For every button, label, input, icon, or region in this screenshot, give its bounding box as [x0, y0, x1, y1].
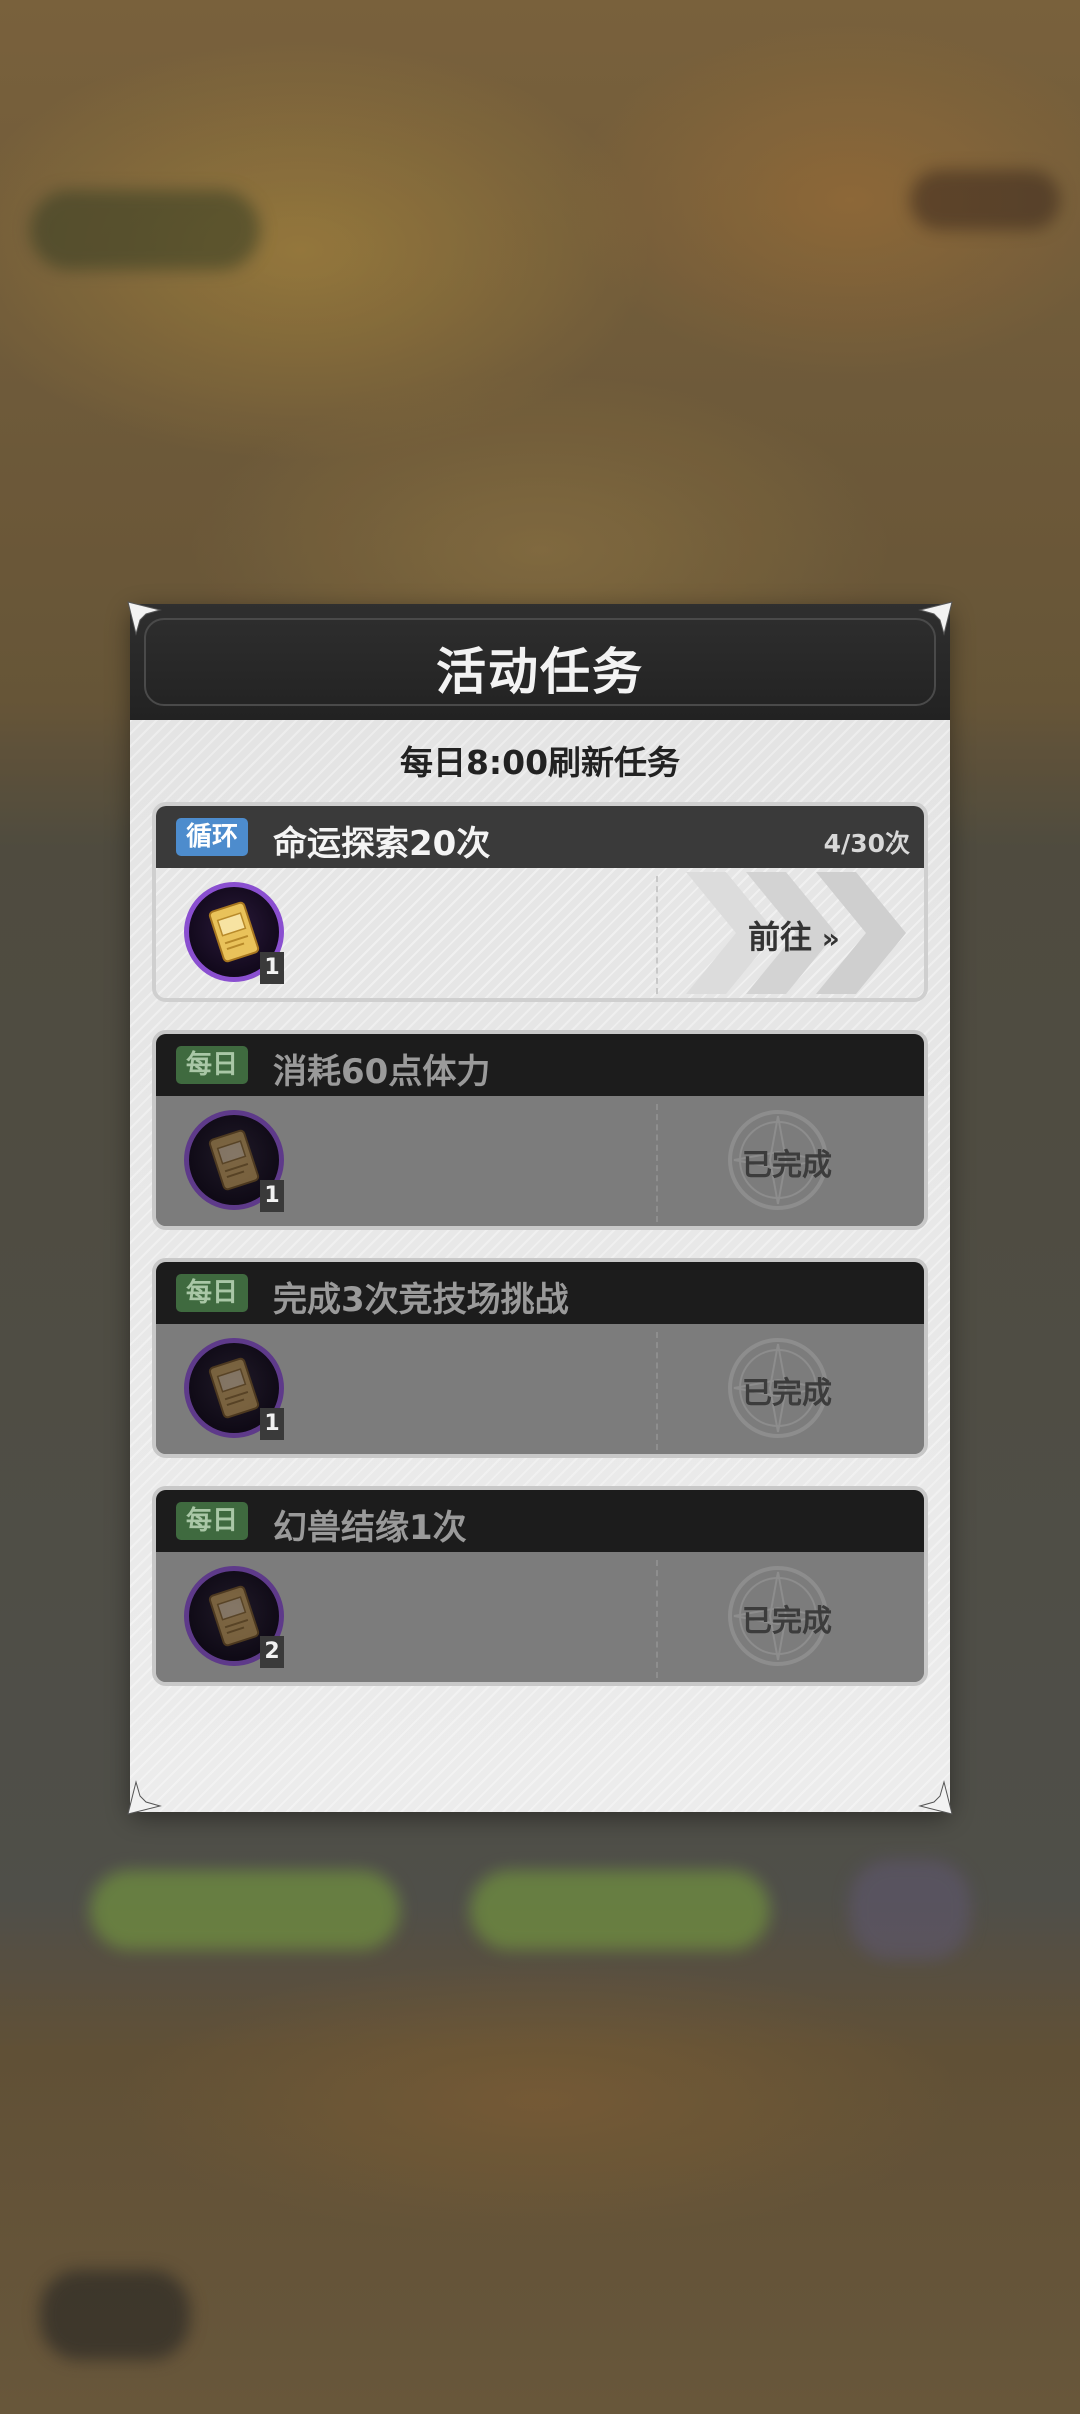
- task-type-tag: 每日: [176, 1502, 249, 1540]
- reward-count: 1: [260, 1180, 284, 1212]
- task-type-tag: 每日: [176, 1046, 249, 1084]
- corner-ornament-icon: [918, 600, 954, 636]
- completed-label: 已完成: [742, 1376, 832, 1411]
- reward-item[interactable]: 1: [184, 882, 284, 984]
- dashed-divider: [656, 876, 658, 994]
- corner-ornament-icon: [126, 600, 162, 636]
- reward-item[interactable]: 1: [184, 1110, 284, 1212]
- task-body: 2 已完成: [156, 1552, 924, 1682]
- completed-label: 已完成: [742, 1604, 832, 1639]
- task-title: 命运探索20次: [273, 824, 491, 864]
- task-card: 循环 命运探索20次 4/30次 1 前往 »: [152, 802, 928, 1002]
- panel-title: 活动任务: [436, 643, 644, 701]
- dashed-divider: [656, 1560, 658, 1678]
- double-chevron-icon: »: [812, 922, 840, 955]
- reward-count: 2: [260, 1636, 284, 1668]
- task-header: 每日 幻兽结缘1次: [156, 1490, 924, 1552]
- task-card: 每日 幻兽结缘1次 2 已完成: [152, 1486, 928, 1686]
- task-title: 消耗60点体力: [273, 1052, 491, 1092]
- reward-item[interactable]: 2: [184, 1566, 284, 1668]
- task-body: 1 已完成: [156, 1096, 924, 1226]
- task-card: 每日 消耗60点体力 1 已完成: [152, 1030, 928, 1230]
- dashed-divider: [656, 1104, 658, 1222]
- task-progress: 4/30次: [823, 829, 910, 858]
- ticket-icon: [208, 1585, 260, 1647]
- refresh-notice: 每日8:00刷新任务: [399, 743, 681, 782]
- task-body: 1 前往 »: [156, 868, 924, 998]
- reward-count: 1: [260, 1408, 284, 1440]
- task-title: 幻兽结缘1次: [273, 1508, 467, 1548]
- task-header: 循环 命运探索20次 4/30次: [156, 806, 924, 868]
- reward-item[interactable]: 1: [184, 1338, 284, 1440]
- ticket-icon: [208, 1129, 260, 1191]
- task-card: 每日 完成3次竞技场挑战 1 已完成: [152, 1258, 928, 1458]
- activity-task-panel: 活动任务 每日8:00刷新任务 循环 命运探索20次 4/30次 1 前往 » …: [127, 601, 953, 1815]
- corner-ornament-icon: [918, 1780, 954, 1816]
- go-button-label: 前往 »: [748, 918, 840, 956]
- corner-ornament-icon: [126, 1780, 162, 1816]
- dashed-divider: [656, 1332, 658, 1450]
- completed-label: 已完成: [742, 1148, 832, 1183]
- task-title: 完成3次竞技场挑战: [273, 1280, 569, 1320]
- ticket-icon: [208, 1357, 260, 1419]
- reward-count: 1: [260, 952, 284, 984]
- task-header: 每日 完成3次竞技场挑战: [156, 1262, 924, 1324]
- ticket-icon: [208, 901, 260, 963]
- panel-header: 活动任务: [130, 604, 950, 720]
- task-body: 1 已完成: [156, 1324, 924, 1454]
- go-button[interactable]: 前往 »: [686, 868, 924, 998]
- task-type-tag: 每日: [176, 1274, 249, 1312]
- task-header: 每日 消耗60点体力: [156, 1034, 924, 1096]
- task-type-tag: 循环: [176, 818, 249, 856]
